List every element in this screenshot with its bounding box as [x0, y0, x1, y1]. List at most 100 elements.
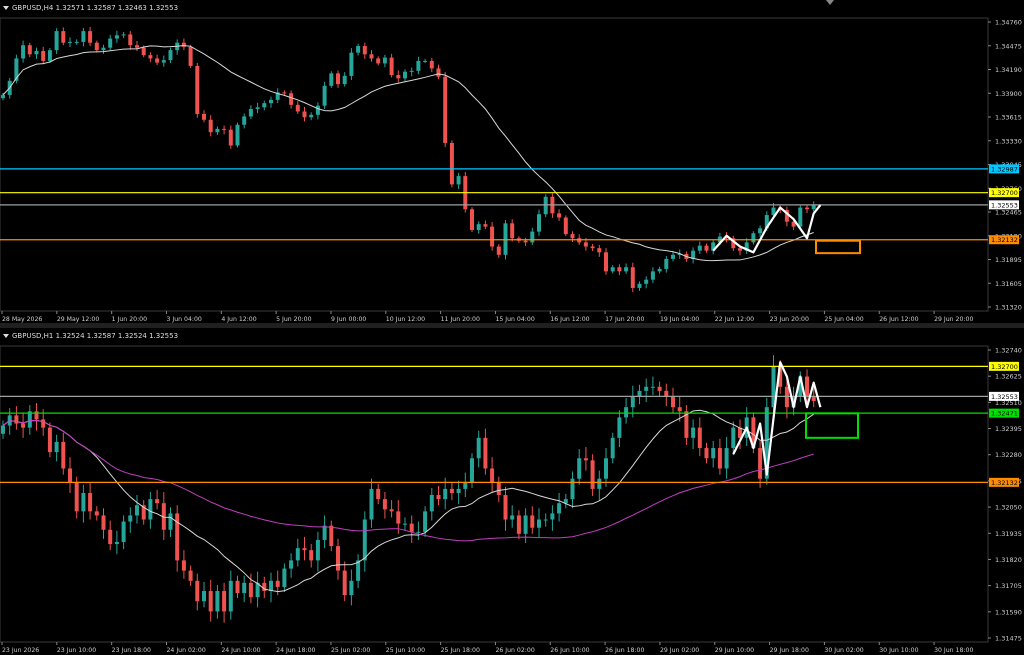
bear-candle	[503, 495, 508, 520]
x-tick-label: 26 Jun 12:00	[879, 316, 918, 323]
y-tick-label: 1.31820	[995, 556, 1022, 564]
plot-frame	[0, 17, 989, 312]
y-tick-label: 1.32395	[995, 425, 1022, 433]
x-tick-label: 30 Jun 18:00	[934, 647, 973, 654]
x-tick-label: 29 Jun 10:00	[715, 647, 754, 654]
y-tick-label: 1.31320	[995, 304, 1022, 312]
target-zone-box	[815, 239, 861, 255]
bull-candle	[54, 441, 59, 453]
bear-candle	[208, 591, 213, 612]
bear-candle	[657, 386, 662, 391]
bull-candle	[282, 568, 287, 587]
bear-candle	[175, 513, 180, 561]
y-tick-label: 1.32465	[995, 209, 1022, 217]
h1-chart-panel[interactable]: GBPUSD,H1 1.32524 1.32587 1.32524 1.3255…	[0, 328, 1024, 655]
bull-candle	[369, 488, 374, 520]
bear-candle	[336, 73, 340, 85]
bull-candle	[81, 31, 86, 42]
bull-candle	[248, 108, 253, 117]
x-tick-label: 30 Jun 02:00	[824, 647, 863, 654]
bull-candle	[630, 396, 635, 408]
bull-candle	[121, 521, 126, 542]
x-tick-label: 23 Jun 2026	[2, 647, 39, 654]
x-tick-label: 29 Jun 02:00	[660, 647, 699, 654]
x-tick-label: 29 Jun 20:00	[934, 316, 973, 323]
bear-candle	[108, 529, 113, 545]
x-tick-label: 25 Jun 02:00	[331, 647, 370, 654]
bull-candle	[242, 116, 247, 125]
bear-candle	[181, 560, 186, 571]
bull-candle	[644, 386, 649, 391]
x-tick-label: 30 Jun 10:00	[879, 647, 918, 654]
bear-candle	[389, 509, 394, 512]
bear-candle	[262, 582, 267, 592]
bull-candle	[550, 513, 555, 520]
bear-candle	[396, 511, 401, 524]
bull-candle	[262, 103, 267, 108]
bull-candle	[604, 458, 608, 479]
level-price-label: 1.32132	[991, 479, 1018, 487]
bull-candle	[34, 50, 39, 55]
bear-candle	[583, 458, 588, 461]
bear-candle	[208, 119, 213, 133]
bull-candle	[644, 279, 649, 284]
bull-candle	[664, 258, 669, 269]
y-tick-label: 1.31705	[995, 582, 1022, 590]
bull-candle	[711, 448, 716, 459]
bull-candle	[409, 70, 414, 72]
y-tick-label: 1.31590	[995, 608, 1022, 616]
bear-candle	[61, 441, 66, 469]
bull-candle	[322, 525, 327, 540]
bull-candle	[510, 515, 515, 520]
bull-candle	[476, 224, 481, 230]
bear-candle	[630, 267, 635, 288]
bear-candle	[811, 396, 816, 402]
bear-candle	[436, 495, 441, 500]
h4-chart-canvas[interactable]: 1.34760 1.34475 1.34190 1.33900 1.33615 1.333…	[0, 0, 1024, 323]
bull-candle	[349, 580, 354, 596]
bear-candle	[376, 58, 381, 64]
bear-candle	[449, 488, 454, 493]
x-tick-label: 19 Jun 04:00	[660, 316, 699, 323]
bull-candle	[215, 128, 220, 133]
bull-candle	[530, 231, 535, 243]
bear-candle	[496, 482, 501, 496]
bull-candle	[21, 45, 26, 59]
bull-candle	[423, 511, 428, 532]
x-tick-label: 26 Jun 02:00	[495, 647, 534, 654]
h1-chart-canvas[interactable]: 1.327401.326251.325101.323951.322801.321…	[0, 328, 1024, 655]
bear-candle	[181, 42, 186, 47]
bull-candle	[362, 519, 367, 561]
x-tick-label: 22 Jun 12:00	[715, 316, 754, 323]
bear-candle	[784, 386, 789, 408]
bear-candle	[74, 482, 79, 512]
h4-chart-panel[interactable]: GBPUSD,H4 1.32571 1.32587 1.32463 1.3255…	[0, 0, 1024, 323]
bear-candle	[717, 448, 722, 469]
y-tick-label: 1.34190	[995, 66, 1022, 74]
bull-candle	[758, 228, 763, 234]
bear-candle	[228, 129, 233, 146]
bear-candle	[758, 448, 763, 479]
bull-candle	[329, 73, 334, 86]
bull-candle	[798, 207, 803, 227]
x-tick-label: 1 Jun 20:00	[112, 316, 147, 323]
y-tick-label: 1.31935	[995, 530, 1022, 538]
bear-candle	[738, 248, 742, 251]
bull-candle	[650, 386, 655, 388]
x-tick-label: 3 Jun 04:00	[166, 316, 201, 323]
chart-shift-marker-icon[interactable]	[826, 0, 834, 5]
bear-candle	[436, 68, 441, 77]
x-tick-label: 24 Jun 10:00	[221, 647, 260, 654]
bull-candle	[315, 105, 320, 115]
bear-candle	[88, 31, 93, 43]
bear-candle	[563, 217, 568, 235]
bear-candle	[483, 437, 488, 469]
bear-candle	[47, 427, 52, 453]
bull-candle	[161, 60, 166, 63]
bull-candle	[309, 114, 314, 118]
bear-candle	[34, 411, 39, 420]
bear-candle	[101, 515, 106, 530]
bull-candle	[1, 94, 5, 99]
bear-candle	[27, 45, 32, 55]
y-tick-label: 1.33330	[995, 137, 1022, 145]
